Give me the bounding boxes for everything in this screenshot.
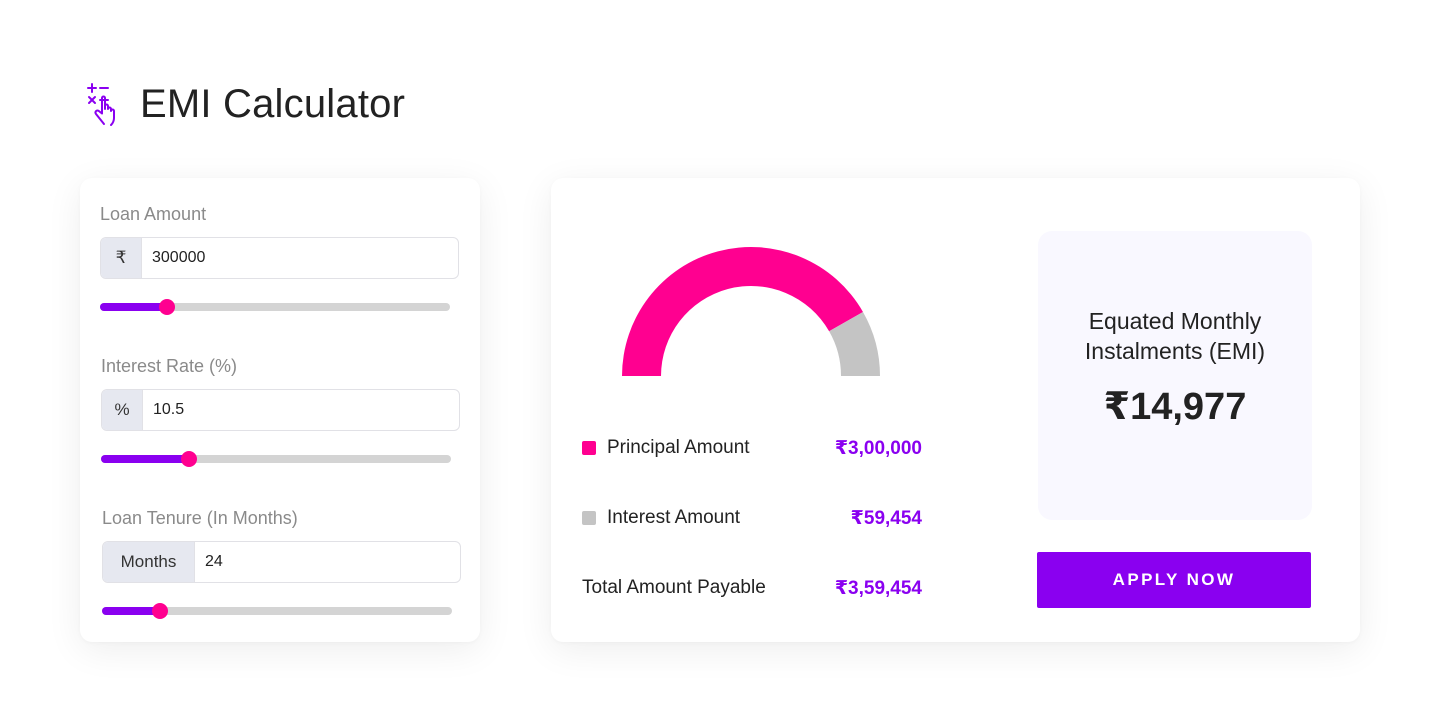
legend-principal: Principal Amount ₹3,00,000 [582, 435, 922, 461]
principal-swatch [582, 441, 596, 455]
loan-amount-slider[interactable] [100, 299, 450, 315]
interest-rate-input-group: % [101, 389, 460, 431]
slider-thumb[interactable] [151, 603, 168, 619]
slider-fill [101, 455, 189, 463]
months-prefix: Months [103, 542, 195, 582]
page-header: EMI Calculator [86, 80, 405, 128]
loan-tenure-slider[interactable] [102, 603, 452, 619]
loan-tenure-input-group: Months [102, 541, 461, 583]
loan-inputs-card: Loan Amount ₹ Interest Rate (%) % Loan T… [80, 178, 480, 642]
slider-fill [100, 303, 167, 311]
page-title: EMI Calculator [140, 81, 406, 126]
interest-label: Interest Amount [607, 507, 741, 528]
rupee-prefix: ₹ [101, 238, 142, 278]
interest-rate-input[interactable] [143, 390, 459, 430]
loan-tenure-label: Loan Tenure (In Months) [102, 508, 298, 528]
slider-thumb[interactable] [180, 451, 197, 467]
interest-rate-label: Interest Rate (%) [101, 356, 238, 376]
interest-rate-slider[interactable] [101, 451, 451, 467]
loan-amount-label: Loan Amount [100, 204, 207, 224]
loan-tenure-field: Loan Tenure (In Months) Months [102, 507, 462, 619]
emi-title: Equated Monthly Instalments (EMI) [1084, 308, 1266, 364]
loan-tenure-input[interactable] [195, 542, 460, 582]
emi-summary-box: Equated Monthly Instalments (EMI) ₹14,97… [1038, 231, 1312, 520]
total-payable-row: Total Amount Payable ₹3,59,454 [582, 575, 922, 601]
loan-amount-input[interactable] [142, 238, 458, 278]
percent-prefix: % [102, 390, 143, 430]
interest-swatch [582, 511, 596, 525]
interest-rate-field: Interest Rate (%) % [101, 355, 461, 467]
principal-interest-half-donut-chart [622, 247, 880, 376]
emi-results-card: Principal Amount ₹3,00,000 Interest Amou… [551, 178, 1360, 642]
interest-value: ₹59,454 [850, 507, 922, 529]
calculator-hand-icon [87, 83, 115, 126]
total-payable-value: ₹3,59,454 [834, 577, 922, 599]
apply-now-button[interactable]: APPLY NOW [1037, 552, 1311, 608]
total-payable-label: Total Amount Payable [582, 577, 766, 598]
principal-label: Principal Amount [607, 437, 750, 458]
legend-interest: Interest Amount ₹59,454 [582, 505, 922, 531]
principal-value: ₹3,00,000 [834, 437, 922, 459]
loan-amount-field: Loan Amount ₹ [100, 203, 460, 315]
loan-amount-input-group: ₹ [100, 237, 459, 279]
slider-thumb[interactable] [158, 299, 175, 315]
principal-amount-segment [622, 247, 863, 376]
emi-value: ₹14,977 [1103, 386, 1247, 428]
